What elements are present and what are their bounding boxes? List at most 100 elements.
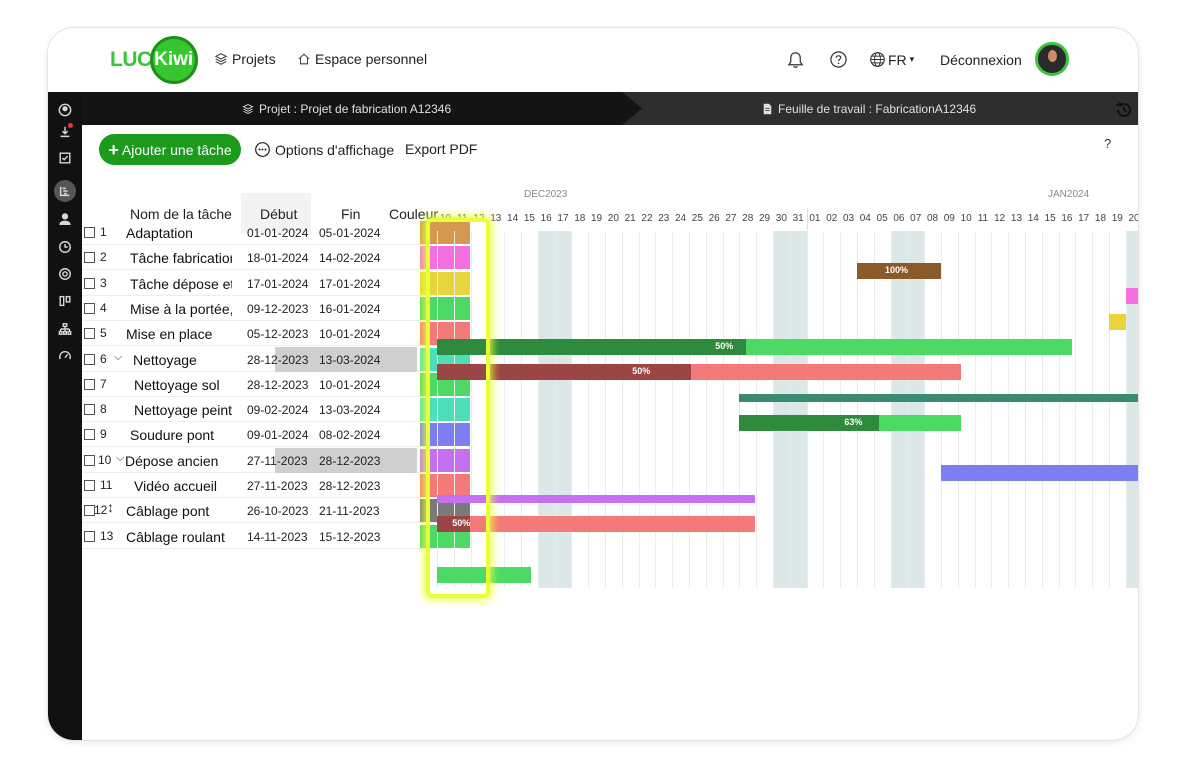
table-row[interactable]: 12 ↕ Câblage pont 26-10-2023 21-11-2023 [82, 498, 470, 524]
display-options-button[interactable]: Options d'affichage [254, 141, 394, 158]
task-end-date[interactable]: 08-02-2024 [319, 428, 385, 442]
task-start-date[interactable]: 09-12-2023 [247, 302, 317, 316]
task-end-date[interactable]: 05-01-2024 [319, 226, 385, 240]
gantt-bar[interactable] [1125, 288, 1138, 305]
collapse-chevron-icon[interactable]: ⌵ [116, 452, 124, 465]
gantt-bar[interactable] [437, 566, 532, 583]
task-end-date[interactable]: 14-02-2024 [319, 251, 385, 265]
task-name[interactable]: Soudure pont [130, 427, 232, 443]
task-start-date[interactable]: 14-11-2023 [247, 530, 317, 544]
gantt-bar[interactable]: 50% [437, 364, 962, 381]
task-name[interactable]: Nettoyage sol [134, 377, 232, 393]
history-icon[interactable] [1114, 100, 1134, 120]
task-name[interactable]: Tâche fabrication [130, 250, 232, 266]
row-checkbox[interactable] [84, 480, 95, 491]
table-row[interactable]: 6 ⌵ Nettoyage 28-12-2023 13-03-2024 [82, 346, 470, 372]
nav-personal-space-link[interactable]: Espace personnel [297, 51, 427, 67]
table-row[interactable]: 7 Nettoyage sol 28-12-2023 10-01-2024 [82, 372, 470, 397]
hierarchy-icon[interactable] [55, 319, 75, 339]
row-checkbox[interactable] [84, 277, 95, 289]
task-end-date[interactable]: 16-01-2024 [319, 302, 385, 316]
task-end-date[interactable]: 10-01-2024 [319, 327, 385, 341]
add-task-button[interactable]: + Ajouter une tâche [99, 134, 241, 165]
task-end-date[interactable]: 28-12-2023 [319, 479, 385, 493]
logout-link[interactable]: Déconnexion [940, 52, 1022, 68]
table-row[interactable]: 9 Soudure pont 09-01-2024 08-02-2024 [82, 422, 470, 448]
gauge-icon[interactable] [55, 346, 75, 366]
task-name[interactable]: Nettoyage [133, 352, 232, 368]
row-checkbox[interactable] [84, 429, 95, 441]
gantt-bar[interactable] [437, 494, 755, 503]
gantt-bar[interactable]: 63% [739, 414, 962, 431]
drag-resize-icon[interactable]: ↕ [107, 499, 114, 515]
gantt-bar[interactable]: 100% [857, 263, 941, 279]
table-row[interactable]: 10 ⌵ Dépose ancien 27-11-2023 28-12-2023 [82, 447, 470, 473]
row-checkbox[interactable] [84, 227, 95, 238]
table-row[interactable]: 3 Tâche dépose et 17-01-2024 17-01-2024 [82, 271, 470, 296]
task-name[interactable]: Mise en place [126, 326, 232, 342]
gantt-bar[interactable] [739, 393, 1138, 402]
task-end-date[interactable]: 17-01-2024 [319, 277, 385, 291]
table-row[interactable]: 4 Mise à la portée, 09-12-2023 16-01-2024 [82, 296, 470, 321]
export-pdf-button[interactable]: Export PDF [405, 141, 477, 157]
app-logo[interactable]: LUC Kiwi [110, 36, 198, 84]
gantt-bar[interactable] [1109, 313, 1126, 330]
task-name[interactable]: Nettoyage peint [134, 402, 232, 418]
row-checkbox[interactable] [84, 530, 95, 542]
task-start-date[interactable]: 05-12-2023 [247, 327, 317, 341]
task-end-date[interactable]: 13-03-2024 [319, 403, 385, 417]
task-start-date[interactable]: 18-01-2024 [247, 251, 317, 265]
task-end-date[interactable]: 21-11-2023 [319, 504, 385, 518]
task-name[interactable]: Adaptation [126, 225, 232, 241]
collapse-chevron-icon[interactable]: ⌵ [114, 351, 122, 364]
clock-icon[interactable] [55, 237, 75, 257]
table-row[interactable]: 1 Adaptation 01-01-2024 05-01-2024 [82, 220, 470, 245]
page-help-button[interactable]: ? [1104, 136, 1111, 151]
gantt-bar[interactable]: 50% [437, 516, 755, 532]
task-start-date[interactable]: 28-12-2023 [247, 353, 317, 367]
row-checkbox[interactable] [84, 353, 95, 365]
task-end-date[interactable]: 10-01-2024 [319, 378, 385, 392]
download-icon[interactable] [55, 122, 75, 142]
language-selector[interactable]: FR ▾ [869, 51, 914, 68]
user-avatar[interactable] [1035, 42, 1069, 76]
task-end-date[interactable]: 13-03-2024 [319, 353, 385, 367]
table-row[interactable]: 11 Vidéo accueil 27-11-2023 28-12-2023 [82, 473, 470, 498]
table-row[interactable]: 2 Tâche fabrication 18-01-2024 14-02-2024 [82, 245, 470, 271]
task-start-date[interactable]: 09-01-2024 [247, 428, 317, 442]
task-start-date[interactable]: 27-11-2023 [247, 454, 317, 468]
task-start-date[interactable]: 28-12-2023 [247, 378, 317, 392]
task-name[interactable]: Dépose ancien [125, 453, 232, 469]
row-checkbox[interactable] [84, 378, 95, 390]
row-checkbox[interactable] [84, 302, 95, 314]
task-name[interactable]: Tâche dépose et [130, 276, 232, 292]
task-name[interactable]: Mise à la portée, [130, 301, 232, 317]
board-icon[interactable] [55, 291, 75, 311]
table-row[interactable]: 13 Câblage roulant 14-11-2023 15-12-2023 [82, 524, 470, 549]
task-start-date[interactable]: 26-10-2023 [247, 504, 317, 518]
user-icon[interactable] [55, 209, 75, 229]
table-row[interactable]: 8 Nettoyage peint 09-02-2024 13-03-2024 [82, 397, 470, 423]
task-name[interactable]: Vidéo accueil [134, 478, 232, 494]
rail-avatar-icon[interactable] [55, 100, 75, 120]
help-button[interactable] [829, 50, 848, 69]
task-start-date[interactable]: 27-11-2023 [247, 479, 317, 493]
table-row[interactable]: 5 Mise en place 05-12-2023 10-01-2024 [82, 321, 470, 347]
task-start-date[interactable]: 01-01-2024 [247, 226, 317, 240]
notifications-button[interactable] [786, 50, 805, 70]
checkbox-icon[interactable] [55, 148, 75, 168]
row-checkbox[interactable] [84, 454, 95, 466]
nav-projects-link[interactable]: Projets [214, 51, 276, 67]
gantt-icon[interactable] [54, 180, 76, 202]
row-checkbox[interactable] [84, 252, 95, 264]
task-name[interactable]: Câblage roulant [126, 529, 232, 545]
task-name[interactable]: Câblage pont [126, 503, 232, 519]
task-end-date[interactable]: 28-12-2023 [319, 454, 385, 468]
gantt-bar[interactable] [941, 465, 1138, 482]
row-checkbox[interactable] [84, 328, 95, 340]
target-icon[interactable] [55, 264, 75, 284]
task-start-date[interactable]: 17-01-2024 [247, 277, 317, 291]
row-checkbox[interactable] [84, 404, 95, 416]
gantt-bar[interactable]: 50% [437, 338, 1073, 355]
task-start-date[interactable]: 09-02-2024 [247, 403, 317, 417]
